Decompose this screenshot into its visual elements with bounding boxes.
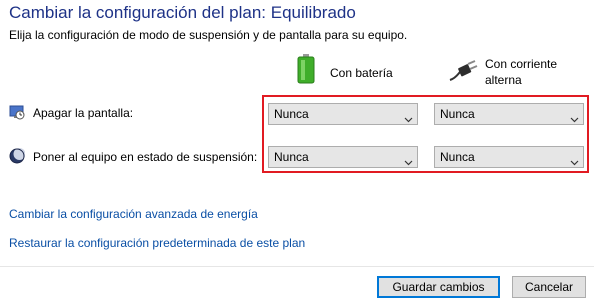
power-plug-icon <box>448 60 478 82</box>
moon-sleep-icon <box>9 148 26 164</box>
battery-icon <box>297 54 315 84</box>
battery-column-header: Con batería <box>330 66 393 80</box>
display-battery-value: Nunca <box>274 107 309 121</box>
sleep-battery-value: Nunca <box>274 150 309 164</box>
ac-header-line2: alterna <box>485 73 522 87</box>
restore-defaults-link[interactable]: Restaurar la configuración predeterminad… <box>9 236 305 250</box>
display-ac-select[interactable]: Nunca <box>434 103 584 125</box>
chevron-down-icon <box>570 110 579 123</box>
page-subtitle: Elija la configuración de modo de suspen… <box>9 28 408 42</box>
save-button[interactable]: Guardar cambios <box>377 276 500 298</box>
sleep-label: Poner al equipo en estado de suspensión: <box>33 150 258 164</box>
display-ac-value: Nunca <box>440 107 475 121</box>
sleep-ac-select[interactable]: Nunca <box>434 146 584 168</box>
display-battery-select[interactable]: Nunca <box>268 103 418 125</box>
chevron-down-icon <box>404 110 413 123</box>
cancel-button[interactable]: Cancelar <box>512 276 586 298</box>
display-timer-icon <box>9 104 25 120</box>
display-off-label: Apagar la pantalla: <box>33 106 134 120</box>
page-title: Cambiar la configuración del plan: Equil… <box>9 3 356 22</box>
sleep-ac-value: Nunca <box>440 150 475 164</box>
chevron-down-icon <box>570 153 579 166</box>
ac-header-line1: Con corriente <box>485 57 558 71</box>
ac-column-header: Con corriente alterna <box>485 56 557 88</box>
footer-divider <box>0 266 594 267</box>
sleep-battery-select[interactable]: Nunca <box>268 146 418 168</box>
advanced-settings-link[interactable]: Cambiar la configuración avanzada de ene… <box>9 207 258 221</box>
chevron-down-icon <box>404 153 413 166</box>
